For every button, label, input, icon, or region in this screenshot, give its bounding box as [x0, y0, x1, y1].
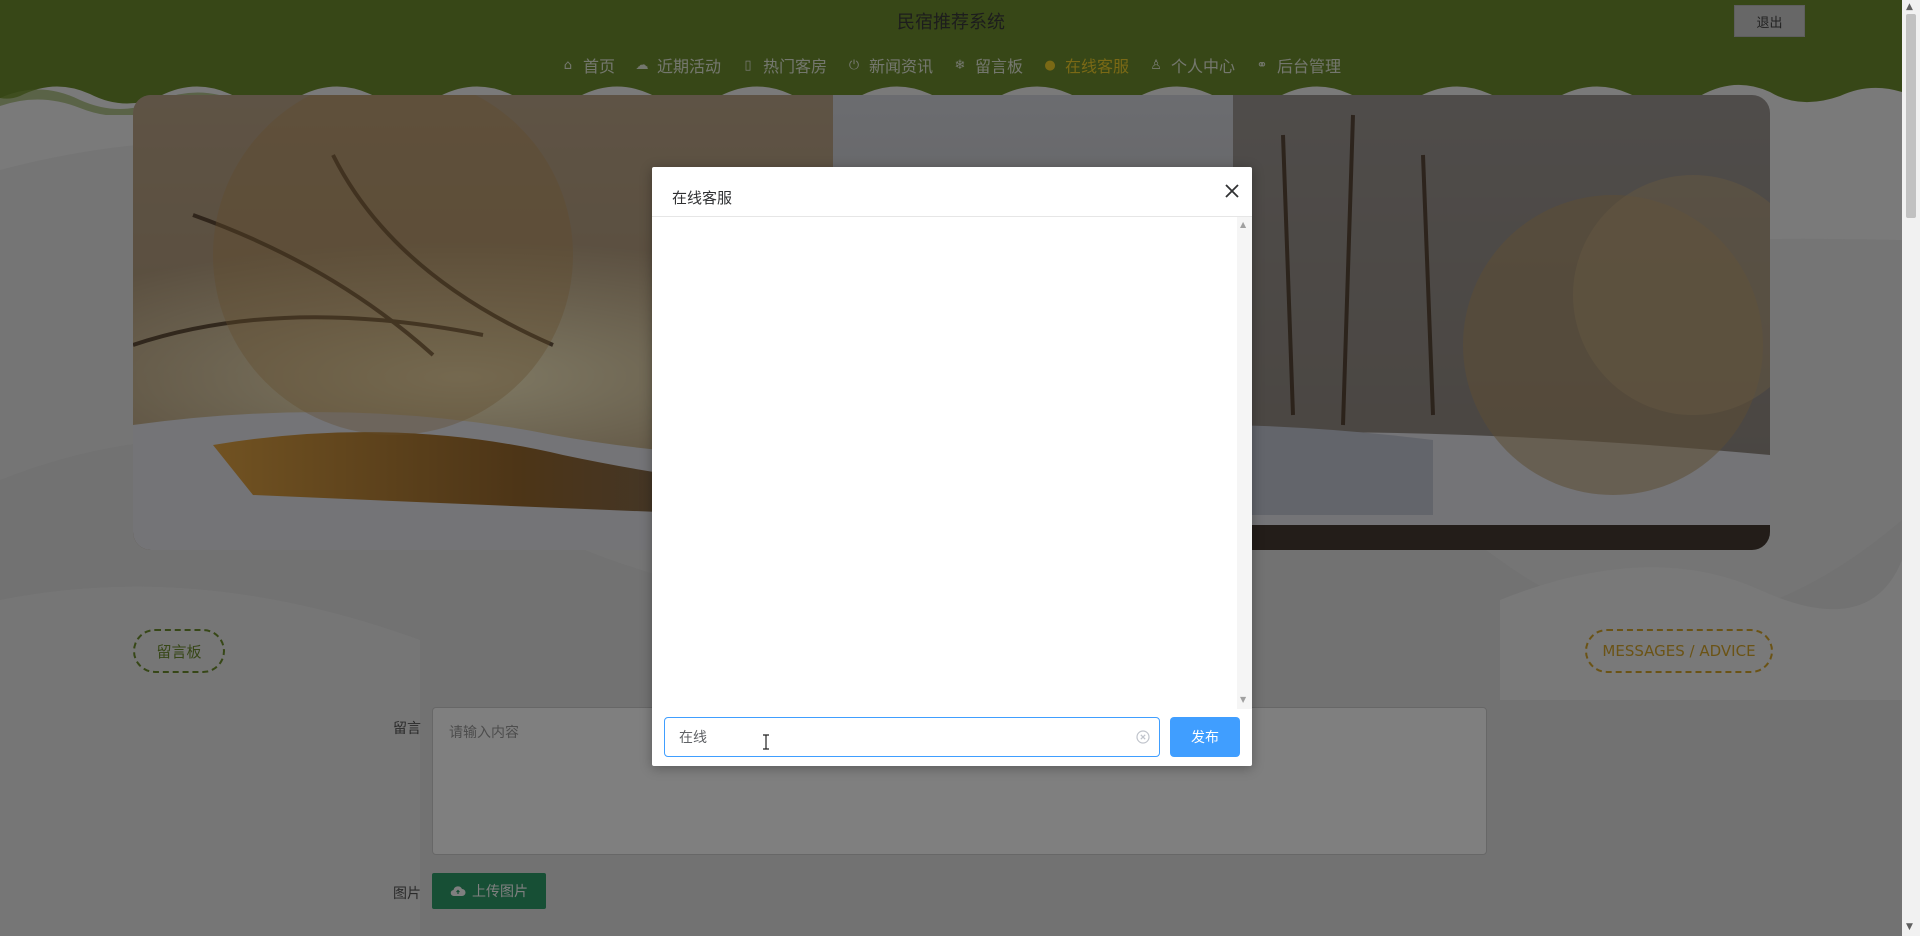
dialog-title: 在线客服: [672, 189, 733, 207]
scroll-up-icon[interactable]: ▲: [1906, 2, 1913, 12]
scroll-down-icon[interactable]: ▼: [1906, 922, 1913, 932]
chat-scrollbar[interactable]: ▲ ▼: [1237, 217, 1252, 709]
close-icon[interactable]: [1220, 179, 1244, 203]
chat-input[interactable]: [679, 718, 1119, 756]
chat-scroll-down-icon[interactable]: ▼: [1240, 695, 1246, 704]
scroll-thumb[interactable]: [1906, 14, 1916, 218]
publish-button[interactable]: 发布: [1170, 717, 1240, 757]
online-service-dialog: 在线客服 ▲ ▼ 发布: [652, 167, 1252, 766]
chat-input-wrapper: [664, 717, 1160, 757]
chat-scroll-up-icon[interactable]: ▲: [1240, 220, 1246, 229]
chat-message-area[interactable]: [652, 217, 1237, 709]
clear-input-icon[interactable]: [1135, 729, 1151, 745]
text-cursor-icon: [763, 734, 769, 750]
page-scrollbar[interactable]: ▲ ▼: [1902, 0, 1920, 936]
